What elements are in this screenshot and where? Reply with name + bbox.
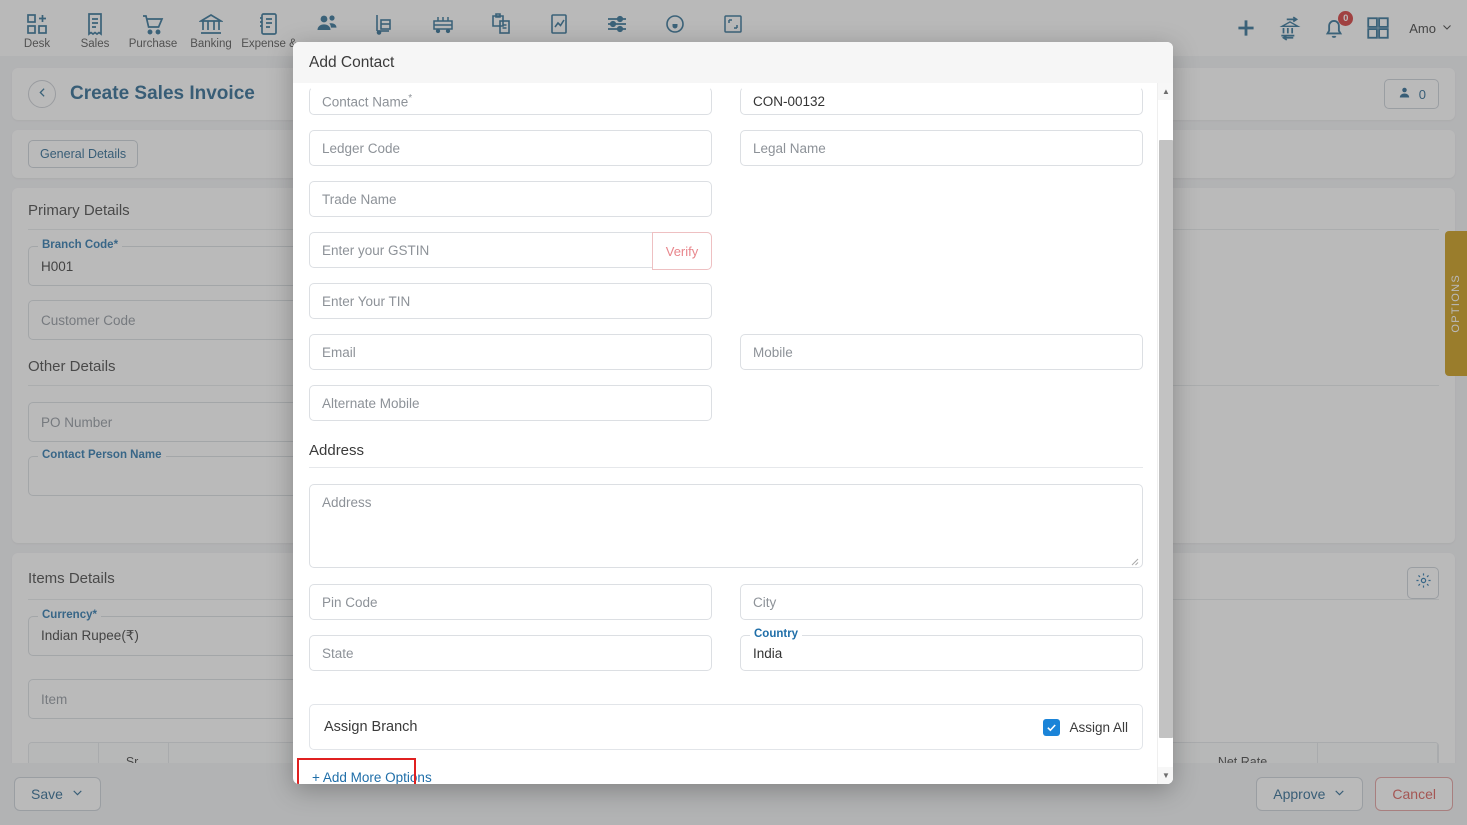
assign-all-toggle[interactable]: Assign All <box>1043 718 1128 736</box>
field-value: India <box>753 645 783 661</box>
field-label: Country <box>750 628 803 640</box>
field-country[interactable]: Country India <box>740 628 1143 671</box>
assign-branch-title: Assign Branch <box>324 719 418 735</box>
field-email[interactable]: Email <box>309 334 712 370</box>
field-placeholder: City <box>753 594 777 610</box>
field-placeholder: Contact Name* <box>322 92 413 110</box>
row-ledger-legal: Ledger Code Legal Name <box>309 130 1143 181</box>
scrollbar-track[interactable] <box>1158 100 1173 767</box>
field-mobile[interactable]: Mobile <box>740 334 1143 370</box>
field-tin[interactable]: Enter Your TIN <box>309 283 712 319</box>
add-more-options-wrap: + Add More Options <box>297 758 1143 784</box>
field-city[interactable]: City <box>740 584 1143 620</box>
address-section-title: Address <box>309 442 365 459</box>
field-trade-name[interactable]: Trade Name <box>309 181 712 217</box>
field-ledger-code[interactable]: Ledger Code <box>309 130 712 166</box>
modal-header: Add Contact <box>293 42 1173 83</box>
field-legal-name[interactable]: Legal Name <box>740 130 1143 166</box>
field-placeholder: Pin Code <box>322 594 378 610</box>
assign-branch-panel: Assign Branch Assign All <box>309 704 1143 750</box>
add-contact-modal: Add Contact Contact Name* CON-00132 Ledg… <box>293 42 1173 784</box>
row-email-mobile: Email Mobile <box>309 334 1143 385</box>
row-trade-name: Trade Name <box>309 181 1143 232</box>
modal-body: Contact Name* CON-00132 Ledger Code Lega… <box>293 83 1173 784</box>
scroll-up-arrow-icon[interactable]: ▲ <box>1158 83 1173 100</box>
field-placeholder: Enter Your TIN <box>322 293 411 309</box>
field-placeholder: Address <box>322 495 372 510</box>
field-contact-name[interactable]: Contact Name* <box>309 87 712 115</box>
scrollbar-thumb[interactable] <box>1159 140 1173 738</box>
modal-title: Add Contact <box>309 53 395 71</box>
row-contact-name: Contact Name* CON-00132 <box>309 87 1143 130</box>
field-placeholder: Email <box>322 344 356 360</box>
field-value: CON-00132 <box>753 93 826 109</box>
textarea-resize-handle[interactable] <box>1129 554 1139 566</box>
field-placeholder: State <box>322 645 354 661</box>
field-placeholder: Enter your GSTIN <box>322 242 430 258</box>
add-more-options-link[interactable]: + Add More Options <box>304 764 440 784</box>
row-gstin: Enter your GSTIN Verify <box>309 232 1143 283</box>
row-state-country: State Country India <box>309 628 1143 686</box>
assign-all-checkbox[interactable] <box>1043 718 1061 736</box>
field-placeholder: Legal Name <box>753 140 826 156</box>
field-placeholder: Mobile <box>753 344 793 360</box>
field-address[interactable]: Address <box>309 484 1143 568</box>
row-pin-city: Pin Code City <box>309 584 1143 635</box>
row-tin: Enter Your TIN <box>309 283 1143 334</box>
divider <box>309 467 1143 468</box>
field-pin-code[interactable]: Pin Code <box>309 584 712 620</box>
scroll-down-arrow-icon[interactable]: ▼ <box>1158 767 1173 784</box>
field-gstin[interactable]: Enter your GSTIN Verify <box>309 232 712 270</box>
field-contact-code[interactable]: CON-00132 <box>740 87 1143 115</box>
field-placeholder: Trade Name <box>322 191 397 207</box>
field-state[interactable]: State <box>309 635 712 671</box>
field-placeholder: Ledger Code <box>322 140 401 156</box>
field-alternate-mobile[interactable]: Alternate Mobile <box>309 385 712 421</box>
verify-gstin-button[interactable]: Verify <box>652 232 712 270</box>
row-alternate-mobile: Alternate Mobile <box>309 385 1143 436</box>
field-placeholder: Alternate Mobile <box>322 395 420 411</box>
modal-scrollbar[interactable]: ▲ ▼ <box>1157 83 1173 784</box>
assign-all-label: Assign All <box>1069 719 1128 735</box>
